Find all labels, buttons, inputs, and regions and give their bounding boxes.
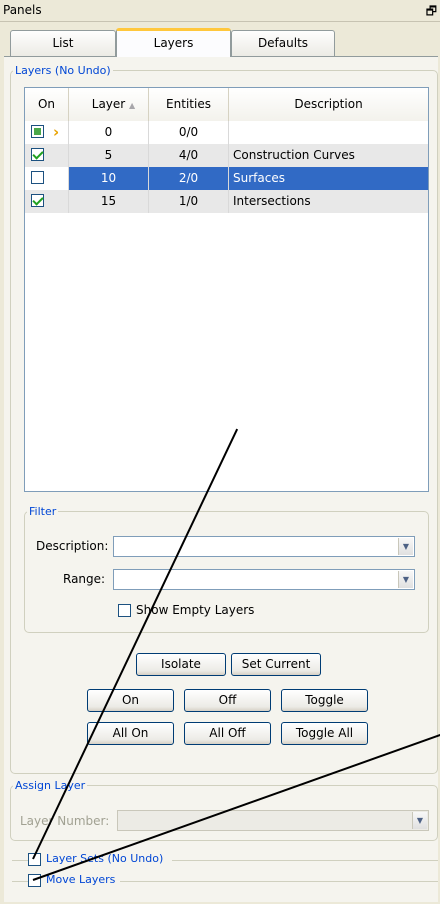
layer-entities: 2/0 bbox=[149, 167, 229, 190]
table-row[interactable]: 5 4/0 Construction Curves bbox=[25, 144, 428, 167]
isolate-button[interactable]: Isolate bbox=[136, 653, 226, 676]
tab-list-label: List bbox=[52, 36, 74, 50]
column-header-description[interactable]: Description bbox=[229, 88, 428, 121]
off-button[interactable]: Off bbox=[184, 689, 271, 712]
column-header-layer[interactable]: Layer ▲ bbox=[69, 88, 149, 121]
all-on-button[interactable]: All On bbox=[87, 722, 174, 745]
layer-number: 5 bbox=[69, 144, 149, 167]
chevron-down-icon: ▼ bbox=[412, 812, 427, 829]
layer-on-checkbox[interactable] bbox=[31, 125, 44, 138]
table-row[interactable]: 10 2/0 Surfaces bbox=[25, 167, 428, 190]
table-row[interactable]: 15 1/0 Intersections bbox=[25, 190, 428, 213]
show-empty-layers-checkbox[interactable] bbox=[118, 604, 131, 617]
layer-entities: 0/0 bbox=[149, 121, 229, 144]
all-off-button[interactable]: All Off bbox=[184, 722, 271, 745]
assign-layer-legend: Assign Layer bbox=[15, 779, 86, 792]
layer-number-combo: ▼ bbox=[117, 810, 429, 831]
tab-defaults-label: Defaults bbox=[257, 36, 309, 50]
layer-entities: 1/0 bbox=[149, 190, 229, 213]
range-combo[interactable]: ▼ bbox=[113, 569, 415, 590]
range-label: Range: bbox=[63, 572, 106, 586]
table-header: On Layer ▲ Entities Description bbox=[25, 88, 428, 121]
layer-on-checkbox[interactable] bbox=[31, 148, 44, 161]
layers-table[interactable]: On Layer ▲ Entities Description › 0 0/0 … bbox=[24, 87, 429, 492]
description-combo[interactable]: ▼ bbox=[113, 536, 415, 557]
layer-description: Intersections bbox=[233, 194, 311, 208]
layer-description: Surfaces bbox=[233, 171, 285, 185]
panel-title: Panels bbox=[3, 3, 42, 17]
layer-number: 0 bbox=[69, 121, 149, 144]
layer-entities: 4/0 bbox=[149, 144, 229, 167]
table-row[interactable]: › 0 0/0 bbox=[25, 121, 428, 144]
column-header-entities[interactable]: Entities bbox=[149, 88, 229, 121]
layer-number: 10 bbox=[69, 167, 149, 190]
tab-layers[interactable]: Layers bbox=[116, 28, 231, 57]
layer-number-label: Layer Number: bbox=[20, 814, 110, 828]
toggle-button[interactable]: Toggle bbox=[281, 689, 368, 712]
layer-on-checkbox[interactable] bbox=[31, 171, 44, 184]
tab-layers-label: Layers bbox=[153, 36, 194, 50]
chevron-down-icon[interactable]: ▼ bbox=[398, 538, 413, 555]
set-current-button[interactable]: Set Current bbox=[231, 653, 321, 676]
layer-on-checkbox[interactable] bbox=[31, 194, 44, 207]
tab-defaults[interactable]: Defaults bbox=[231, 30, 335, 56]
panel-titlebar: Panels 🗗 bbox=[0, 0, 440, 22]
layer-description: Construction Curves bbox=[233, 148, 355, 162]
layer-number: 15 bbox=[69, 190, 149, 213]
current-layer-icon: › bbox=[53, 123, 60, 141]
filter-group-legend: Filter bbox=[29, 505, 57, 518]
chevron-down-icon[interactable]: ▼ bbox=[398, 571, 413, 588]
move-layers-label: Move Layers bbox=[46, 873, 116, 886]
description-label: Description: bbox=[36, 539, 109, 553]
layers-group-legend: Layers (No Undo) bbox=[15, 64, 111, 77]
on-button[interactable]: On bbox=[87, 689, 174, 712]
tab-list[interactable]: List bbox=[10, 30, 116, 56]
pin-icon[interactable]: 🗗 bbox=[426, 2, 437, 23]
sort-ascending-icon: ▲ bbox=[129, 101, 136, 110]
toggle-all-button[interactable]: Toggle All bbox=[281, 722, 368, 745]
layer-description bbox=[229, 121, 428, 144]
column-header-on[interactable]: On bbox=[25, 88, 69, 121]
